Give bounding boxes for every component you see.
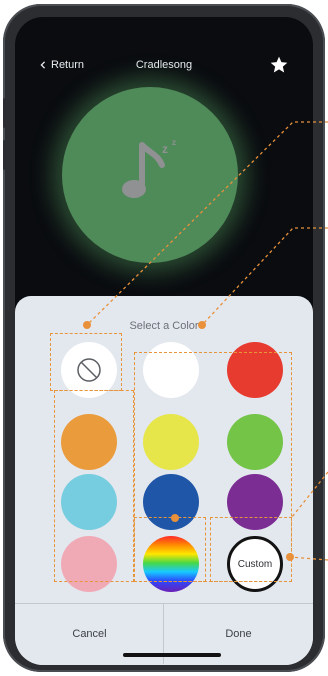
light-preview: z z xyxy=(62,87,238,263)
annotation-box-none xyxy=(50,333,122,391)
music-note-sleep-icon: z z xyxy=(122,138,176,198)
annotation-dot xyxy=(83,321,91,329)
star-icon[interactable] xyxy=(269,55,289,75)
annotation-dot xyxy=(171,514,179,522)
annotation-box-rainbow xyxy=(134,517,206,582)
volume-button xyxy=(3,98,7,128)
action-bar: Cancel Done xyxy=(15,603,313,665)
svg-text:z: z xyxy=(172,138,176,147)
annotation-dot xyxy=(286,553,294,561)
volume-button xyxy=(3,140,7,170)
home-indicator xyxy=(123,653,221,657)
sheet-title: Select a Color xyxy=(129,320,199,332)
annotation-box-custom xyxy=(210,517,292,582)
annotation-dot xyxy=(198,321,206,329)
svg-text:z: z xyxy=(162,142,168,156)
annotation-box-colors-left xyxy=(54,390,134,582)
nav-bar: Return Cradlesong xyxy=(15,55,313,85)
